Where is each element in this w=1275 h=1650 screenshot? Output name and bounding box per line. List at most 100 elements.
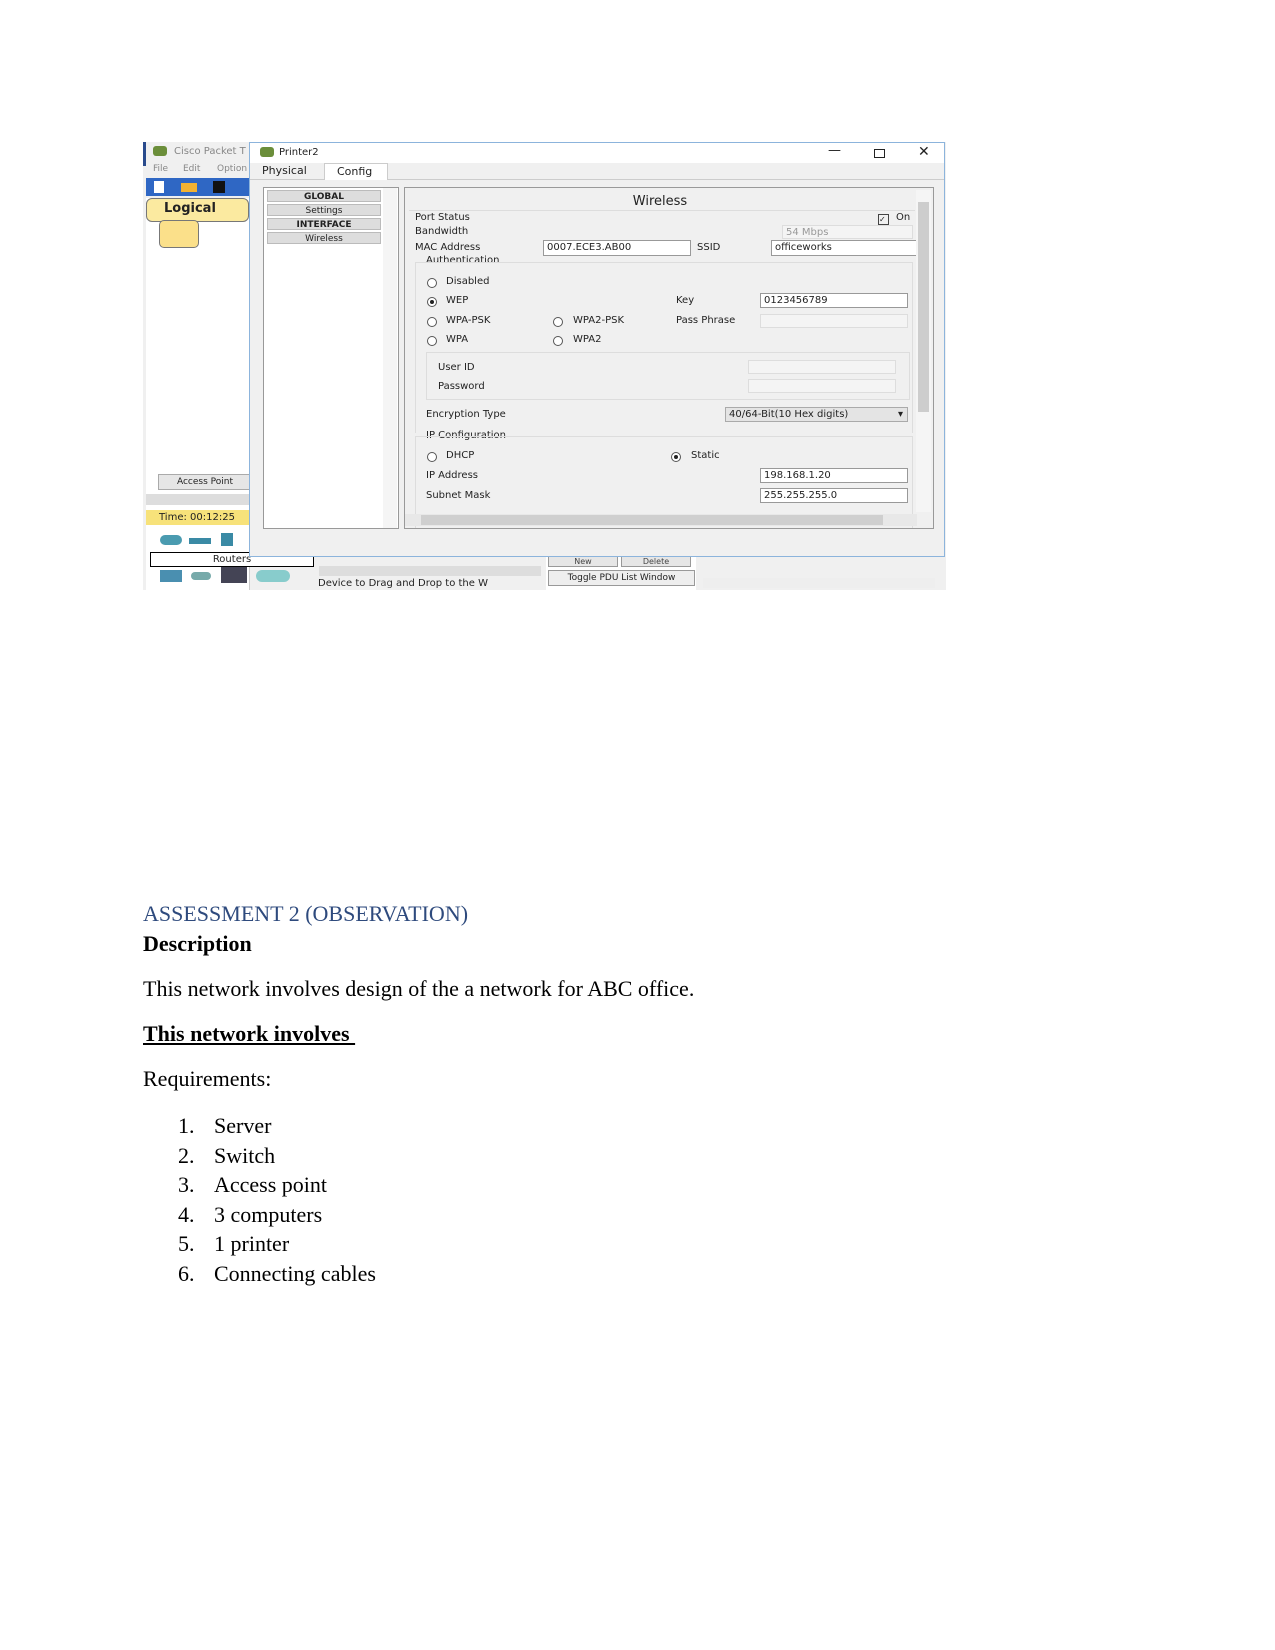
requirement-text: Switch xyxy=(214,1142,276,1168)
wpa2-label: WPA2 xyxy=(573,334,602,345)
close-icon[interactable]: ✕ xyxy=(918,144,930,160)
static-label: Static xyxy=(691,450,720,461)
radio-wep[interactable] xyxy=(427,297,437,307)
nav-wireless[interactable]: Wireless xyxy=(267,232,381,244)
menu-file[interactable]: File xyxy=(153,164,168,174)
nav-settings[interactable]: Settings xyxy=(267,204,381,216)
delete-pdu-button[interactable]: Delete xyxy=(621,556,691,567)
password-field[interactable] xyxy=(748,379,896,393)
toggle-pdu-button[interactable]: Toggle PDU List Window xyxy=(548,570,695,586)
document-page: Cisco Packet T File Edit Option Logical … xyxy=(0,0,1275,1650)
list-item: 1. Server xyxy=(178,1113,272,1138)
ip-address-label: IP Address xyxy=(426,470,478,481)
hub-icon[interactable] xyxy=(221,533,233,546)
requirement-text: Server xyxy=(214,1113,272,1138)
tab-config[interactable]: Config xyxy=(324,163,388,180)
requirement-text: 3 computers xyxy=(214,1201,323,1227)
packet-tracer-screenshot: Cisco Packet T File Edit Option Logical … xyxy=(143,142,946,590)
radio-static[interactable] xyxy=(671,452,681,462)
dialog-title: Printer2 xyxy=(279,147,319,158)
underlined-heading: This network involves xyxy=(143,1021,356,1046)
radio-wpa2-psk[interactable] xyxy=(553,317,563,327)
chevron-down-icon: ▾ xyxy=(897,409,903,420)
device-icon-4[interactable] xyxy=(256,570,290,582)
passphrase-field[interactable] xyxy=(760,314,908,328)
password-label: Password xyxy=(438,381,485,392)
userid-field[interactable] xyxy=(748,360,896,374)
subnet-mask-field[interactable]: 255.255.255.0 xyxy=(760,488,908,503)
requirements-label: Requirements: xyxy=(143,1066,272,1091)
nav-scrollbar[interactable] xyxy=(383,188,397,528)
minimize-icon[interactable]: — xyxy=(828,143,841,158)
list-item: 6. Connecting cables xyxy=(178,1260,376,1286)
save-icon[interactable] xyxy=(213,181,225,193)
pdu-scrollbar[interactable] xyxy=(703,578,935,588)
device-hint: Device to Drag and Drop to the W xyxy=(318,578,488,589)
radio-wpa-psk[interactable] xyxy=(427,317,437,327)
mac-label: MAC Address xyxy=(415,242,481,253)
list-item: 4. 3 computers xyxy=(178,1201,323,1227)
encryption-type-label: Encryption Type xyxy=(426,409,506,420)
panel-horizontal-scrollbar[interactable] xyxy=(405,514,917,526)
time-display: Time: 00:12:25 xyxy=(146,510,249,525)
userid-label: User ID xyxy=(438,362,475,373)
device-icon-3[interactable] xyxy=(221,567,247,583)
menu-edit[interactable]: Edit xyxy=(183,164,200,174)
main-window-title: Cisco Packet T xyxy=(174,146,246,157)
router-icon[interactable] xyxy=(160,535,182,545)
printer-dialog: Printer2 — ✕ Physical Config GLOBAL Sett… xyxy=(249,142,945,557)
radio-wpa[interactable] xyxy=(427,336,437,346)
config-nav: GLOBAL Settings INTERFACE Wireless xyxy=(263,187,399,529)
device-scrollbar[interactable] xyxy=(319,566,541,576)
device-icon-1[interactable] xyxy=(160,570,182,582)
radio-wpa2[interactable] xyxy=(553,336,563,346)
menu-options[interactable]: Option xyxy=(217,164,247,174)
key-label: Key xyxy=(676,295,695,306)
requirement-text: Access point xyxy=(214,1172,328,1198)
printer-icon xyxy=(260,147,274,157)
radio-dhcp[interactable] xyxy=(427,452,437,462)
disabled-label: Disabled xyxy=(446,276,490,287)
device-icon-2[interactable] xyxy=(191,572,211,580)
list-item: 5. 1 printer xyxy=(178,1231,290,1257)
wpa2-psk-label: WPA2-PSK xyxy=(573,315,625,326)
subnet-mask-label: Subnet Mask xyxy=(426,490,491,501)
ssid-field[interactable]: officeworks xyxy=(771,240,921,256)
tab-physical[interactable]: Physical xyxy=(254,163,332,179)
radio-disabled[interactable] xyxy=(427,278,437,288)
app-icon xyxy=(153,146,167,156)
wpa-label: WPA xyxy=(446,334,469,345)
switch-icon[interactable] xyxy=(189,538,211,544)
nav-global[interactable]: GLOBAL xyxy=(267,190,381,202)
description-heading: Description xyxy=(143,931,252,956)
nav-interface: INTERFACE xyxy=(267,218,381,230)
access-point-button[interactable]: Access Point xyxy=(158,474,252,490)
requirements-list: 1. Server 2. Switch 3. Access point 4. 3 com… xyxy=(178,1111,376,1289)
logical-tab-label: Logical xyxy=(164,201,216,216)
logical-tab[interactable]: Logical xyxy=(146,198,249,222)
encryption-type-value: 40/64-Bit(10 Hex digits) xyxy=(729,409,849,420)
port-status-label: Port Status xyxy=(415,212,470,223)
maximize-icon[interactable] xyxy=(874,149,885,158)
ip-address-field[interactable]: 198.168.1.20 xyxy=(760,468,908,483)
mac-field[interactable]: 0007.ECE3.AB00 xyxy=(543,240,691,256)
section-heading: ASSESSMENT 2 (OBSERVATION) xyxy=(143,901,469,926)
list-item: 3. Access point xyxy=(178,1172,328,1198)
key-field[interactable]: 0123456789 xyxy=(760,293,908,308)
port-status-checkbox[interactable]: ✓ xyxy=(878,214,889,225)
open-folder-icon[interactable] xyxy=(181,183,197,192)
panel-vertical-scrollbar[interactable] xyxy=(916,190,931,512)
new-pdu-button[interactable]: New xyxy=(548,556,618,567)
new-file-icon[interactable] xyxy=(154,181,164,193)
panel-title: Wireless xyxy=(632,194,688,209)
wep-label: WEP xyxy=(446,295,469,306)
horizontal-scrollbar[interactable] xyxy=(146,494,249,505)
requirement-text: 1 printer xyxy=(214,1231,290,1257)
encryption-type-select[interactable]: 40/64-Bit(10 Hex digits) ▾ xyxy=(725,407,908,422)
requirement-text: Connecting cables xyxy=(214,1260,376,1286)
description-paragraph: This network involves design of the a ne… xyxy=(143,976,695,1001)
dhcp-label: DHCP xyxy=(446,450,475,461)
list-item: 2. Switch xyxy=(178,1142,276,1168)
bandwidth-label: Bandwidth xyxy=(415,226,469,237)
bandwidth-field: 54 Mbps xyxy=(782,225,913,239)
